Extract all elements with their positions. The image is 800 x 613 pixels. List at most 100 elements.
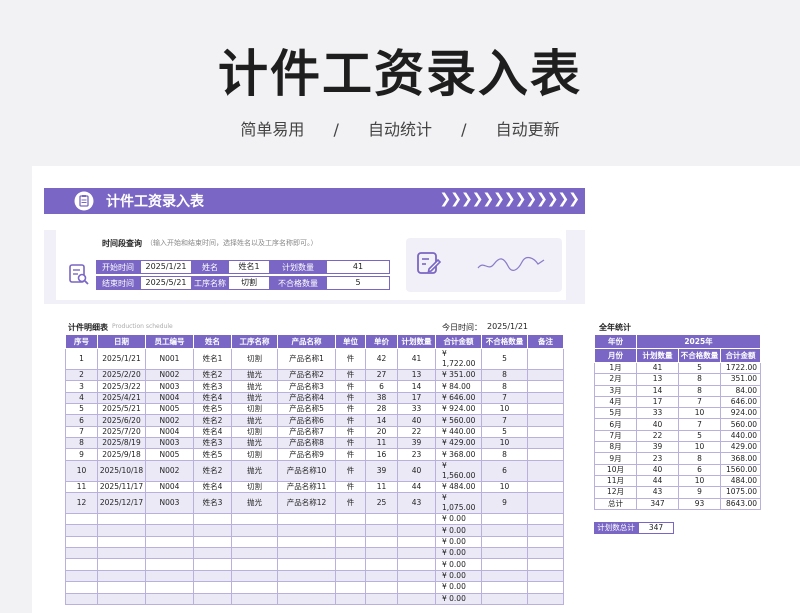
table-cell[interactable]: 件 xyxy=(335,459,366,482)
table-cell[interactable]: 2025/11/17 xyxy=(97,480,146,494)
table-cell[interactable]: N004 xyxy=(145,480,194,494)
table-cell[interactable]: 产品名称3 xyxy=(277,380,336,393)
table-cell[interactable]: 8 xyxy=(481,448,528,461)
table-cell[interactable] xyxy=(231,592,278,605)
table-cell[interactable]: 42 xyxy=(365,348,398,370)
table-cell[interactable]: ¥ 1,722.00 xyxy=(435,348,482,370)
table-cell[interactable] xyxy=(527,581,564,594)
table-cell[interactable] xyxy=(527,459,564,482)
table-cell[interactable]: ¥ 351.00 xyxy=(435,368,482,382)
table-cell[interactable]: 产品名称4 xyxy=(277,391,336,405)
table-cell[interactable]: 10 xyxy=(65,459,98,482)
table-cell[interactable]: 姓名4 xyxy=(193,391,232,405)
table-cell[interactable] xyxy=(365,581,398,594)
table-cell[interactable]: ¥ 429.00 xyxy=(435,437,482,450)
table-cell[interactable]: ¥ 0.00 xyxy=(435,592,482,605)
table-cell[interactable] xyxy=(145,581,194,594)
table-cell[interactable]: 2025/5/21 xyxy=(97,403,146,416)
table-cell[interactable] xyxy=(365,513,398,526)
table-cell[interactable]: 抛光 xyxy=(231,391,278,405)
table-cell[interactable]: 产品名称1 xyxy=(277,348,336,370)
table-cell[interactable]: 11 xyxy=(365,480,398,494)
table-cell[interactable] xyxy=(277,569,336,583)
table-cell[interactable]: 切割 xyxy=(231,480,278,494)
table-cell[interactable]: 2025/10/18 xyxy=(97,459,146,482)
table-cell[interactable] xyxy=(481,581,528,594)
table-cell[interactable]: 姓名3 xyxy=(193,380,232,393)
table-cell[interactable]: 44 xyxy=(397,480,436,494)
table-cell[interactable] xyxy=(335,547,366,560)
table-cell[interactable] xyxy=(145,524,194,537)
table-cell[interactable]: 件 xyxy=(335,414,366,427)
table-cell[interactable] xyxy=(65,547,98,560)
table-cell[interactable] xyxy=(527,558,564,571)
table-cell[interactable]: ¥ 646.00 xyxy=(435,391,482,405)
table-cell[interactable]: ¥ 484.00 xyxy=(435,480,482,494)
table-cell[interactable]: 6 xyxy=(65,414,98,427)
table-cell[interactable]: ¥ 0.00 xyxy=(435,569,482,583)
start-time-field[interactable]: 2025/1/21 xyxy=(140,260,192,274)
table-cell[interactable]: N001 xyxy=(145,348,194,370)
table-cell[interactable] xyxy=(365,592,398,605)
table-cell[interactable] xyxy=(97,535,146,549)
table-cell[interactable] xyxy=(277,592,336,605)
table-cell[interactable] xyxy=(527,391,564,405)
table-cell[interactable]: ¥ 0.00 xyxy=(435,547,482,560)
table-cell[interactable]: 件 xyxy=(335,368,366,382)
table-cell[interactable]: ¥ 0.00 xyxy=(435,535,482,549)
table-cell[interactable] xyxy=(97,558,146,571)
table-cell[interactable]: ¥ 0.00 xyxy=(435,513,482,526)
table-cell[interactable]: 产品名称6 xyxy=(277,414,336,427)
table-cell[interactable]: 产品名称7 xyxy=(277,425,336,439)
table-cell[interactable] xyxy=(145,513,194,526)
table-cell[interactable]: 产品名称10 xyxy=(277,459,336,482)
table-cell[interactable] xyxy=(335,513,366,526)
table-cell[interactable]: N004 xyxy=(145,425,194,439)
table-cell[interactable]: 件 xyxy=(335,348,366,370)
table-cell[interactable]: 姓名2 xyxy=(193,459,232,482)
table-cell[interactable]: N003 xyxy=(145,437,194,450)
table-cell[interactable] xyxy=(277,524,336,537)
table-cell[interactable] xyxy=(65,558,98,571)
table-cell[interactable]: 2025/12/17 xyxy=(97,492,146,515)
table-cell[interactable] xyxy=(335,558,366,571)
table-cell[interactable] xyxy=(97,547,146,560)
table-cell[interactable] xyxy=(231,513,278,526)
table-cell[interactable] xyxy=(335,535,366,549)
table-cell[interactable]: 抛光 xyxy=(231,368,278,382)
table-cell[interactable] xyxy=(193,513,232,526)
table-cell[interactable]: 25 xyxy=(365,492,398,515)
table-cell[interactable]: 切割 xyxy=(231,403,278,416)
table-cell[interactable] xyxy=(145,547,194,560)
table-cell[interactable]: 件 xyxy=(335,425,366,439)
table-cell[interactable] xyxy=(527,380,564,393)
table-cell[interactable]: 17 xyxy=(397,391,436,405)
table-cell[interactable]: 2 xyxy=(65,368,98,382)
table-cell[interactable] xyxy=(65,535,98,549)
table-cell[interactable]: 件 xyxy=(335,437,366,450)
table-cell[interactable]: 3 xyxy=(65,380,98,393)
table-cell[interactable]: ¥ 84.00 xyxy=(435,380,482,393)
table-cell[interactable] xyxy=(481,547,528,560)
table-cell[interactable]: 40 xyxy=(397,414,436,427)
table-cell[interactable]: N002 xyxy=(145,368,194,382)
table-cell[interactable] xyxy=(527,535,564,549)
table-cell[interactable] xyxy=(277,558,336,571)
table-cell[interactable] xyxy=(145,535,194,549)
table-cell[interactable] xyxy=(145,569,194,583)
table-cell[interactable]: 5 xyxy=(481,348,528,370)
table-cell[interactable]: 2025/7/20 xyxy=(97,425,146,439)
table-cell[interactable]: ¥ 560.00 xyxy=(435,414,482,427)
table-cell[interactable]: ¥ 1,075.00 xyxy=(435,492,482,515)
table-cell[interactable] xyxy=(193,581,232,594)
table-cell[interactable] xyxy=(365,535,398,549)
table-cell[interactable]: 6 xyxy=(481,459,528,482)
table-cell[interactable]: 产品名称8 xyxy=(277,437,336,450)
table-cell[interactable] xyxy=(481,524,528,537)
table-cell[interactable]: 姓名5 xyxy=(193,403,232,416)
table-cell[interactable]: 件 xyxy=(335,391,366,405)
table-cell[interactable]: 切割 xyxy=(231,425,278,439)
table-cell[interactable]: 43 xyxy=(397,492,436,515)
end-time-field[interactable]: 2025/5/21 xyxy=(140,276,192,290)
table-cell[interactable]: 产品名称12 xyxy=(277,492,336,515)
